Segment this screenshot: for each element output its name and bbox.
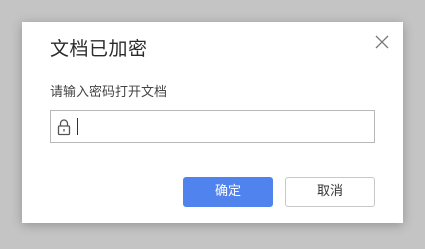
- cancel-button[interactable]: 取消: [285, 177, 375, 207]
- text-caret: [77, 118, 78, 135]
- lock-icon: [57, 119, 71, 136]
- close-button[interactable]: [373, 33, 391, 51]
- encrypted-document-dialog: 文档已加密 请输入密码打开文档 确定 取消: [22, 22, 403, 223]
- ok-button[interactable]: 确定: [183, 177, 273, 207]
- password-field[interactable]: [50, 110, 375, 143]
- dialog-title: 文档已加密: [50, 38, 148, 60]
- background-blurred-text: [150, 222, 280, 236]
- close-icon: [375, 35, 389, 49]
- password-prompt: 请输入密码打开文档: [50, 85, 168, 100]
